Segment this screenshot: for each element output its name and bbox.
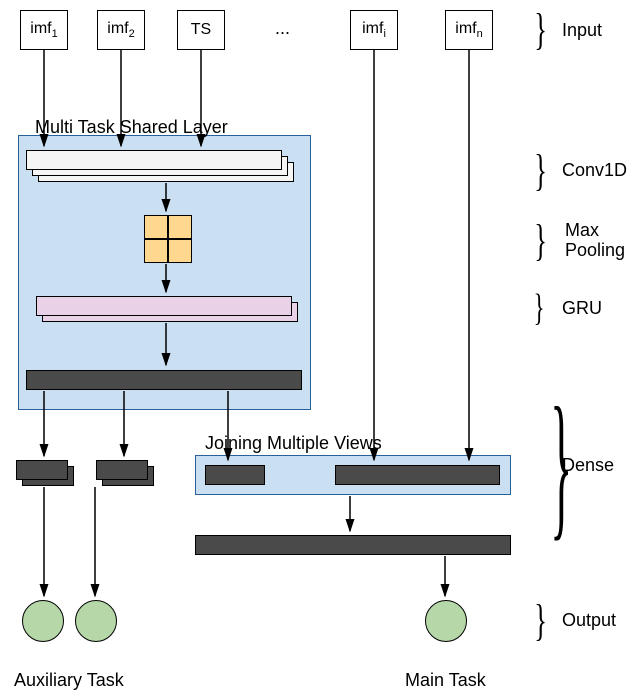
input-imf1: imf1 bbox=[20, 10, 68, 50]
input-imfi: imfi bbox=[350, 10, 398, 50]
aux-output-2 bbox=[75, 600, 117, 642]
rlabel-gru: GRU bbox=[562, 298, 602, 319]
aux-dense-1a bbox=[16, 460, 68, 480]
input-imfn: imfn bbox=[445, 10, 493, 50]
main-dense bbox=[195, 535, 511, 555]
input-imf1-label: imf1 bbox=[30, 20, 57, 40]
input-imf2: imf2 bbox=[97, 10, 145, 50]
rlabel-input: Input bbox=[562, 20, 602, 41]
brace-icon: } bbox=[534, 215, 547, 266]
input-imf2-label: imf2 bbox=[107, 20, 134, 40]
input-imfn-label: imfn bbox=[455, 20, 482, 40]
conv1d-layer-1 bbox=[26, 150, 282, 170]
maxpool-cell bbox=[144, 215, 168, 239]
architecture-diagram: imf1 imf2 TS ... imfi imfn Multi Task Sh… bbox=[0, 0, 634, 696]
joining-label: Joining Multiple Views bbox=[205, 433, 382, 454]
aux-dense-2a bbox=[96, 460, 148, 480]
main-output bbox=[425, 600, 467, 642]
maxpool-cell bbox=[168, 239, 192, 263]
aux-task-label: Auxiliary Task bbox=[14, 670, 124, 691]
input-dots: ... bbox=[275, 18, 290, 39]
rlabel-pool: MaxPooling bbox=[565, 220, 625, 260]
input-ts: TS bbox=[177, 10, 225, 50]
maxpool-cell bbox=[168, 215, 192, 239]
gru-layer-1 bbox=[36, 296, 292, 316]
shared-dense bbox=[26, 370, 302, 390]
shared-layer-label: Multi Task Shared Layer bbox=[35, 117, 228, 138]
aux-output-1 bbox=[22, 600, 64, 642]
brace-icon: } bbox=[534, 595, 547, 646]
main-task-label: Main Task bbox=[405, 670, 486, 691]
rlabel-conv: Conv1D bbox=[562, 160, 627, 181]
maxpool-cell bbox=[144, 239, 168, 263]
brace-icon: } bbox=[534, 4, 547, 55]
brace-icon: } bbox=[534, 145, 547, 196]
input-imfi-label: imfi bbox=[362, 20, 386, 40]
rlabel-output: Output bbox=[562, 610, 616, 631]
joining-dense-small bbox=[205, 465, 265, 485]
joining-dense-large bbox=[335, 465, 500, 485]
brace-icon: } bbox=[534, 286, 545, 330]
input-ts-label: TS bbox=[191, 21, 211, 39]
rlabel-dense: Dense bbox=[562, 455, 614, 476]
